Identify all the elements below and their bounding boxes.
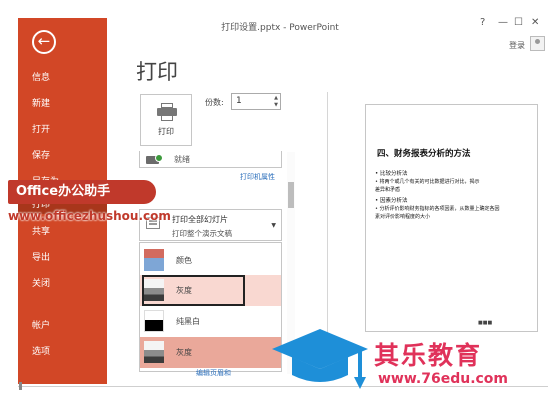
sidebar-item-options[interactable]: 选项 bbox=[32, 344, 50, 357]
slide-line: • 分析评价影响财务指标的各项因素，从数量上确定各因 bbox=[375, 206, 500, 212]
watermark-edu-name: 其乐教育 bbox=[374, 341, 483, 370]
option-label: 颜色 bbox=[176, 256, 192, 265]
printer-properties-link[interactable]: 打印机属性 bbox=[240, 172, 275, 182]
copies-value: 1 bbox=[236, 96, 242, 106]
color-option-color[interactable]: 颜色 bbox=[140, 245, 281, 276]
slide-line: 素对评价影响程度的大小 bbox=[375, 214, 431, 220]
copies-stepper[interactable]: 1 ▲ ▼ bbox=[231, 93, 281, 110]
color-mode-list: 颜色 灰度 纯黑白 灰度 bbox=[139, 242, 282, 372]
edit-header-footer-link[interactable]: 编辑页眉和 bbox=[196, 368, 231, 378]
sidebar-item-open[interactable]: 打开 bbox=[32, 122, 50, 135]
signin-link[interactable]: 登录 bbox=[509, 40, 525, 51]
sidebar-item-export[interactable]: 导出 bbox=[32, 250, 50, 263]
color-option-grayscale[interactable]: 灰度 bbox=[140, 275, 281, 306]
print-preview-page: 四、财务报表分析的方法 • 比较分析法 • 将两个或几个有关的可比数据进行对比，… bbox=[365, 104, 538, 332]
watermark-brand-ribbon: Office办公助手 bbox=[8, 180, 156, 204]
black-white-swatch-icon bbox=[144, 310, 164, 332]
minimize-button[interactable]: — bbox=[498, 17, 508, 28]
graduation-cap-logo-icon bbox=[272, 329, 368, 389]
maximize-button[interactable]: ☐ bbox=[514, 17, 523, 28]
sidebar-item-close[interactable]: 关闭 bbox=[32, 276, 50, 289]
option-label: 灰度 bbox=[176, 348, 192, 357]
range-subtitle: 打印整个演示文稿 bbox=[172, 229, 232, 238]
printer-ready-icon bbox=[146, 154, 164, 165]
sidebar-item-new[interactable]: 新建 bbox=[32, 96, 50, 109]
help-button[interactable]: ? bbox=[480, 17, 485, 28]
grayscale-swatch-icon bbox=[144, 341, 164, 363]
spin-up-icon[interactable]: ▲ bbox=[274, 95, 278, 101]
print-button-label: 打印 bbox=[158, 127, 174, 136]
option-label: 纯黑白 bbox=[176, 317, 200, 326]
slide-line: • 将两个或几个有关的可比数据进行对比，揭示 bbox=[375, 179, 480, 185]
avatar[interactable] bbox=[530, 36, 545, 51]
slide-line: • 因素分析法 bbox=[375, 198, 408, 204]
page-scroll-marker[interactable] bbox=[19, 382, 22, 390]
slide-title: 四、财务报表分析的方法 bbox=[377, 149, 471, 159]
settings-scrollbar-thumb[interactable] bbox=[288, 182, 294, 208]
chevron-down-icon: ▼ bbox=[271, 222, 276, 229]
sidebar-item-account[interactable]: 帐户 bbox=[32, 318, 50, 331]
print-button[interactable]: 打印 bbox=[140, 94, 192, 146]
slide-line: • 比较分析法 bbox=[375, 171, 408, 177]
printer-status: 就绪 bbox=[174, 155, 190, 164]
printer-icon bbox=[157, 103, 177, 121]
copies-label: 份数: bbox=[205, 98, 224, 107]
color-option-pure-bw[interactable]: 纯黑白 bbox=[140, 306, 281, 337]
focus-outline bbox=[142, 275, 245, 306]
range-title: 打印全部幻灯片 bbox=[172, 215, 228, 224]
close-button[interactable]: ✕ bbox=[531, 17, 539, 28]
spin-down-icon[interactable]: ▼ bbox=[274, 102, 278, 108]
slide-line: 差异和矛盾 bbox=[375, 187, 401, 193]
color-swatch-icon bbox=[144, 249, 164, 271]
page-navigation[interactable]: ■■■ bbox=[478, 320, 492, 326]
printer-selector[interactable]: 就绪 bbox=[139, 151, 282, 168]
page-title: 打印 bbox=[136, 60, 178, 84]
sidebar-item-share[interactable]: 共享 bbox=[32, 224, 50, 237]
sidebar-item-save[interactable]: 保存 bbox=[32, 148, 50, 161]
back-arrow-icon[interactable]: ← bbox=[32, 30, 56, 54]
sidebar-item-info[interactable]: 信息 bbox=[32, 70, 50, 83]
watermark-brand-url: www.officezhushou.com bbox=[8, 209, 171, 223]
color-option-current[interactable]: 灰度 bbox=[140, 337, 281, 368]
watermark-edu-url: www.76edu.com bbox=[378, 371, 509, 387]
